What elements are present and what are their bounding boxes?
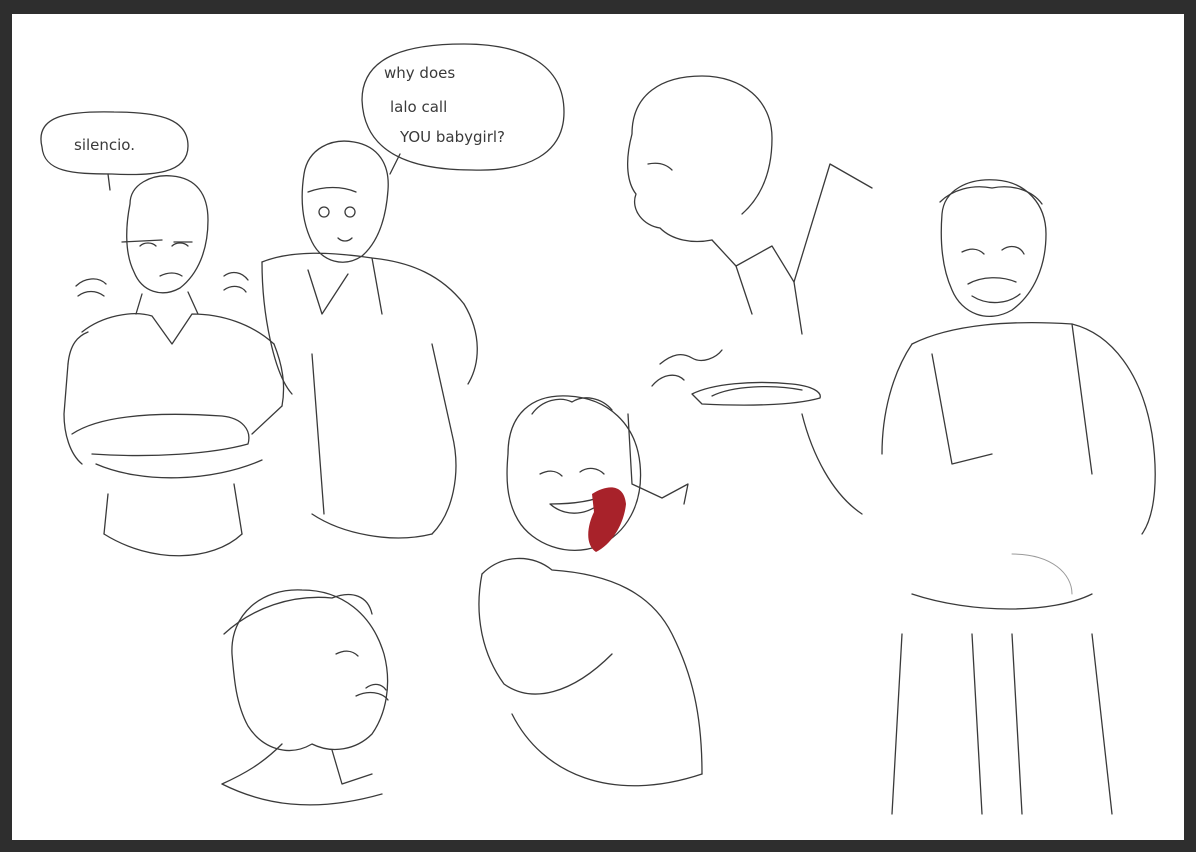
bubble-middle-line1: why does	[384, 64, 455, 82]
speech-bubble-left: silencio.	[40, 111, 189, 191]
figure-moustache-profile	[221, 589, 389, 806]
figure-bald-profile	[627, 75, 873, 335]
figure-laughing-man	[478, 349, 723, 787]
figure-man-with-plate	[691, 179, 1156, 815]
sketch-canvas: silencio. why does lalo call YOU babygir…	[12, 14, 1184, 840]
bubble-middle-line3: YOU babygirl?	[399, 128, 505, 146]
figure-arms-crossed	[63, 175, 285, 557]
speech-bubble-middle: why does lalo call YOU babygirl?	[361, 43, 565, 175]
bubble-left-text: silencio.	[74, 136, 135, 154]
blood-splatter	[588, 487, 626, 552]
bubble-middle-line2: lalo call	[390, 98, 447, 116]
figure-worried-man	[261, 140, 478, 539]
sketch-artwork: silencio. why does lalo call YOU babygir…	[40, 43, 1156, 815]
